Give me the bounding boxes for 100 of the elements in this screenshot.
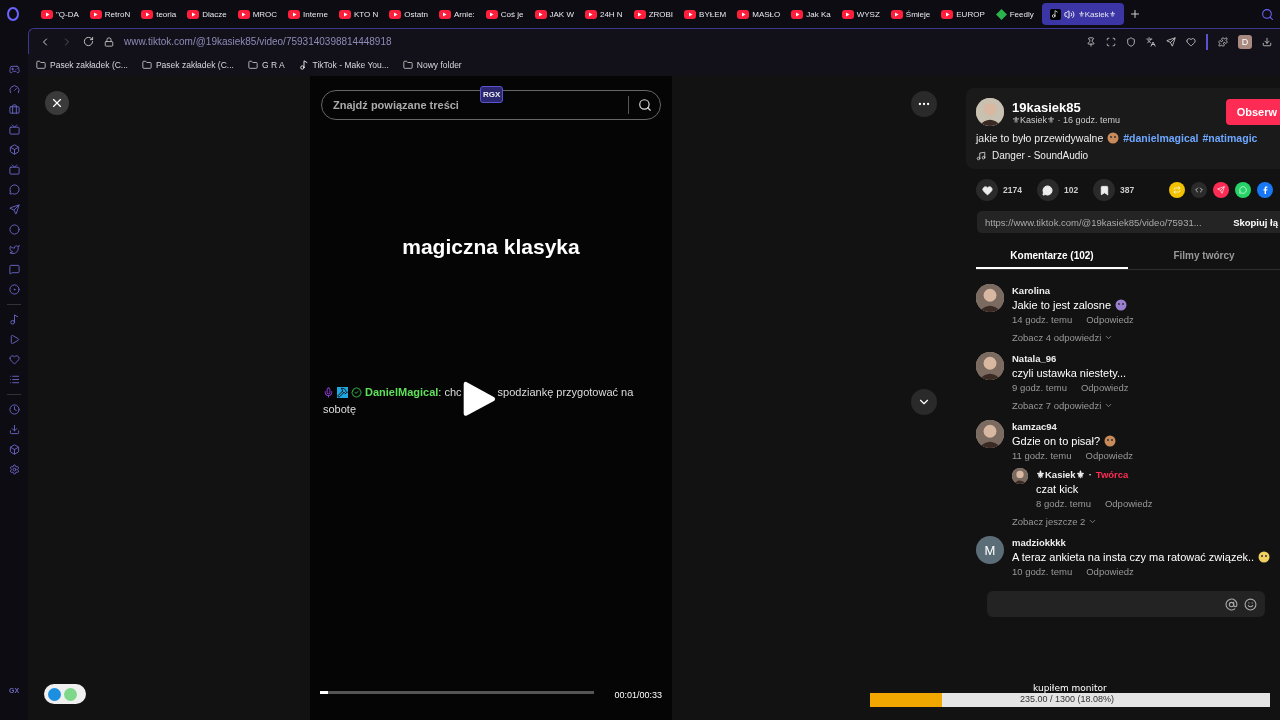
browser-tab[interactable]: Ostatn xyxy=(386,3,431,25)
reply-link[interactable]: Odpowiedz xyxy=(1086,566,1134,577)
shield-icon[interactable] xyxy=(1126,36,1136,47)
circle-icon[interactable] xyxy=(8,224,20,235)
screen-icon[interactable] xyxy=(8,124,20,135)
extensions-icon[interactable] xyxy=(1218,36,1228,47)
browser-tab[interactable]: JAK W xyxy=(531,3,577,25)
browser-tab[interactable]: MROC xyxy=(234,3,281,25)
link-field[interactable]: https://www.tiktok.com/@19kasiek85/video/75931... Skopiuj łą xyxy=(977,211,1280,233)
note-icon[interactable] xyxy=(8,314,20,325)
bookmark[interactable]: Nowy folder xyxy=(402,60,462,70)
browser-tab[interactable]: EUROP xyxy=(938,3,988,25)
video-logo-icon xyxy=(633,9,646,19)
progress-track[interactable] xyxy=(320,691,594,694)
bird-icon[interactable] xyxy=(8,244,20,255)
comment-author: Karolina xyxy=(1012,285,1050,296)
sound-link[interactable]: Danger - SoundAudio xyxy=(992,150,1089,161)
browser-tab[interactable]: ⚜Kasiek⚜ xyxy=(1041,3,1124,25)
browser-tab[interactable]: BYŁEM xyxy=(681,3,730,25)
share-button[interactable] xyxy=(1257,182,1274,198)
browser-tab[interactable]: Jak Ka xyxy=(788,3,834,25)
speaker-icon xyxy=(1063,8,1075,20)
comment-count: 102 xyxy=(1063,185,1079,195)
screen-icon[interactable] xyxy=(8,164,20,175)
comment-field[interactable] xyxy=(987,591,1265,617)
close-button[interactable] xyxy=(45,91,69,115)
browser-tab[interactable]: "Q-DA xyxy=(38,3,82,25)
emoji-icon[interactable] xyxy=(1244,597,1257,611)
dot-icon[interactable] xyxy=(8,284,20,295)
face-icon xyxy=(1107,132,1120,144)
extension-widget[interactable] xyxy=(44,684,86,704)
browser-tab[interactable]: KTO N xyxy=(336,3,382,25)
comment-text: Jakie to jest zalosne xyxy=(1012,299,1112,311)
box-icon[interactable] xyxy=(8,444,20,455)
browser-tab[interactable]: ZROBI xyxy=(630,3,677,25)
browser-tab[interactable]: RetroN xyxy=(86,3,134,25)
download-icon[interactable] xyxy=(8,424,20,435)
search-icon[interactable] xyxy=(638,98,652,112)
snapshot-icon[interactable] xyxy=(1106,36,1116,47)
gamepad-icon[interactable] xyxy=(8,64,20,75)
leaf-logo-icon xyxy=(995,8,1007,20)
browser-tab[interactable]: Interne xyxy=(285,3,331,25)
view-replies-button[interactable]: Zobacz jeszcze 2 xyxy=(1012,516,1153,527)
settings-icon[interactable] xyxy=(8,464,20,475)
download-icon[interactable] xyxy=(1262,36,1272,47)
view-replies-button[interactable]: Zobacz 4 odpowiedzi xyxy=(1012,332,1134,343)
save-button[interactable] xyxy=(1093,179,1116,201)
bookmark[interactable]: TikTok - Make You... xyxy=(298,60,389,70)
browser-tab[interactable]: Arnie: xyxy=(435,3,478,25)
video-logo-icon xyxy=(438,9,451,19)
browser-tab[interactable]: WYSZ xyxy=(838,3,883,25)
reload-icon[interactable] xyxy=(83,36,94,47)
share-button[interactable] xyxy=(1169,182,1186,198)
new-tab-icon[interactable] xyxy=(1128,8,1141,20)
briefcase-icon[interactable] xyxy=(8,104,20,115)
address-field[interactable]: www.tiktok.com/@19kasiek85/video/7593140398814448918 xyxy=(124,36,1076,47)
follow-button[interactable]: Obserw xyxy=(1225,99,1280,125)
bookmark[interactable]: Pasek zakładek (C... xyxy=(141,60,234,70)
send-icon[interactable] xyxy=(8,204,20,215)
panel-tab[interactable]: Komentarze (102) xyxy=(976,243,1128,269)
panel-tab[interactable]: Filmy twórcy xyxy=(1128,243,1280,269)
message-icon[interactable] xyxy=(8,264,20,275)
browser-tab[interactable]: teoria xyxy=(138,3,180,25)
reply-link[interactable]: Odpowiedz xyxy=(1080,382,1129,393)
hashtag-link[interactable]: #danielmagical xyxy=(1123,132,1199,144)
comment-author: madziokkkk xyxy=(1012,537,1066,548)
ring-logo-icon[interactable] xyxy=(6,7,20,21)
chat-icon[interactable] xyxy=(8,184,20,195)
browser-tab[interactable]: Coś je xyxy=(482,3,527,25)
share-button[interactable] xyxy=(1213,182,1230,198)
video-logo-icon xyxy=(89,9,102,19)
like-button[interactable] xyxy=(976,179,998,201)
pin-icon[interactable] xyxy=(1086,36,1096,47)
mention-icon[interactable] xyxy=(1225,597,1238,611)
translate-icon[interactable] xyxy=(1146,36,1156,47)
browser-tab[interactable]: Dlacze xyxy=(184,3,230,25)
gauge-icon[interactable] xyxy=(8,84,20,95)
box-icon[interactable] xyxy=(8,144,20,155)
comment-button[interactable] xyxy=(1036,179,1059,201)
browser-tab[interactable]: Śmieje xyxy=(887,3,934,25)
next-video-button[interactable] xyxy=(911,389,937,415)
video-logo-icon xyxy=(41,9,53,19)
browser-tab[interactable]: 24H N xyxy=(581,3,626,25)
view-replies-button[interactable]: Zobacz 7 odpowiedzi xyxy=(1012,400,1129,411)
clock-icon[interactable] xyxy=(8,404,20,415)
browser-tab[interactable]: MASŁO xyxy=(734,3,784,25)
bookmark[interactable]: Pasek zakładek (C... xyxy=(36,60,128,70)
share-button[interactable] xyxy=(1235,182,1252,198)
bookmark[interactable]: G R A xyxy=(247,60,285,70)
reply-link[interactable]: Odpowiedz xyxy=(1085,450,1134,461)
reply-link[interactable]: Odpowiedz xyxy=(1104,498,1153,509)
hashtag-link[interactable]: #natimagic xyxy=(1202,132,1258,144)
bookmark-icon xyxy=(1098,184,1110,196)
comment-author: kamzac94 xyxy=(1012,421,1057,432)
browser-tab[interactable]: Feedly xyxy=(992,3,1037,25)
reply-link[interactable]: Odpowiedz xyxy=(1086,314,1134,325)
post-time: · 16 godz. temu xyxy=(1057,114,1121,125)
copy-link-button[interactable]: Skopiuj łą xyxy=(1223,216,1280,228)
folder-icon xyxy=(36,60,46,70)
list-icon[interactable] xyxy=(8,374,20,385)
